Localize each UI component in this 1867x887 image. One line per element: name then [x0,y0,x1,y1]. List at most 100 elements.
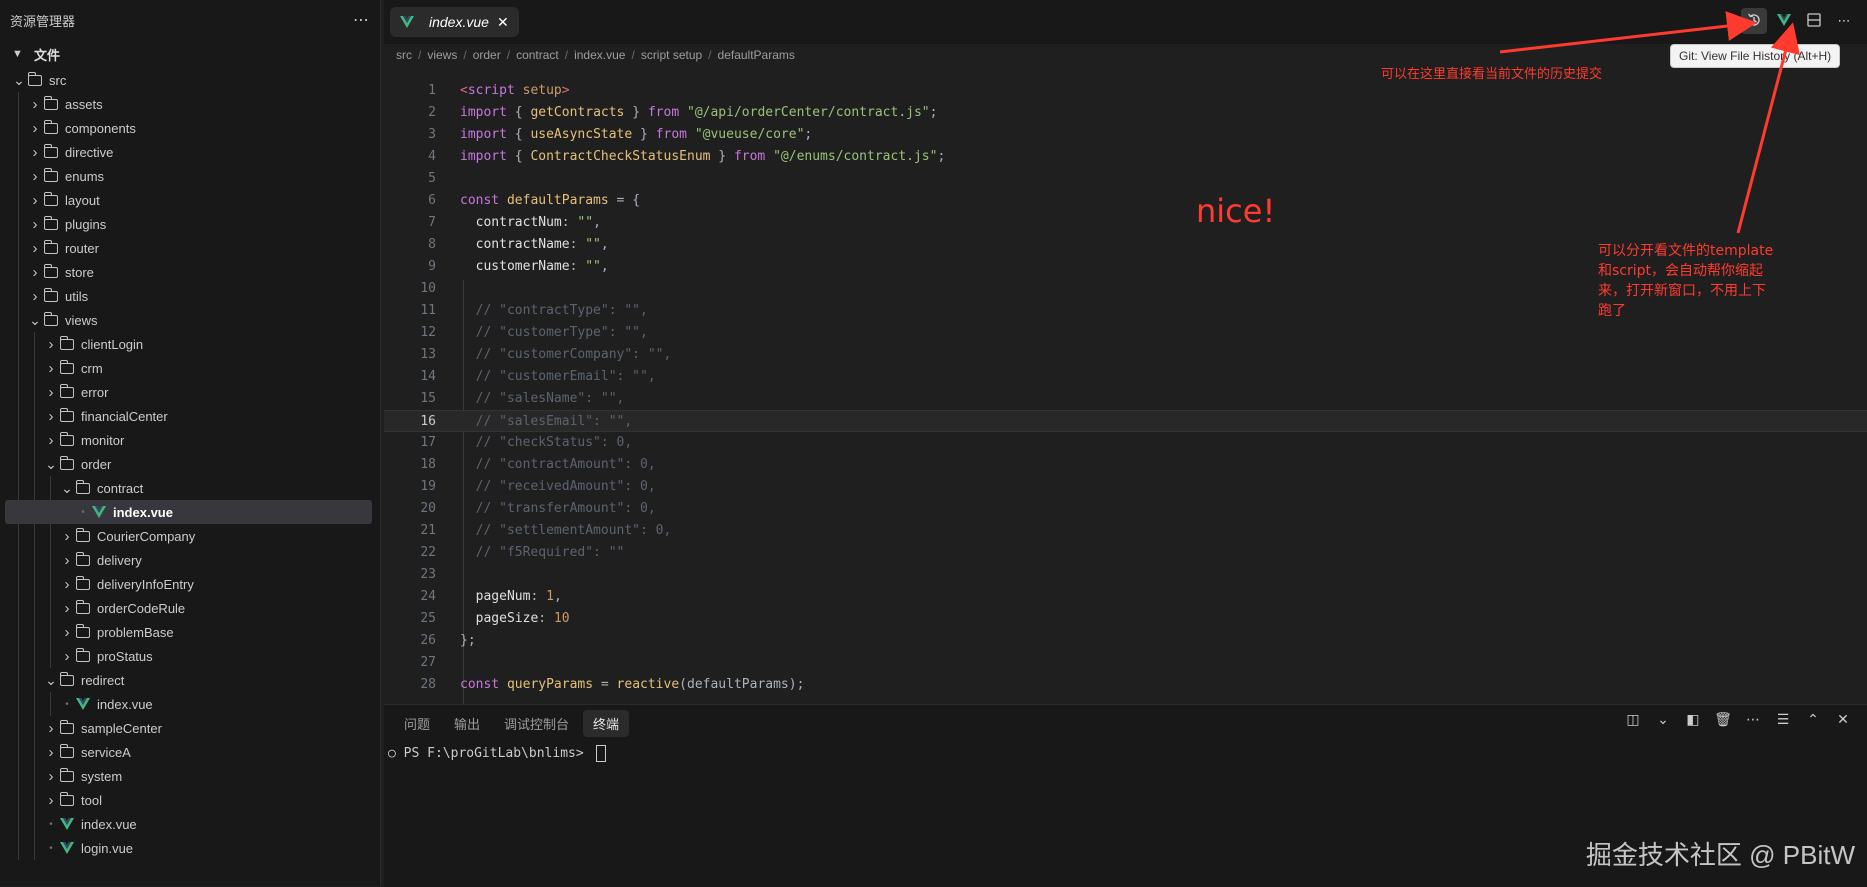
tree-folder[interactable]: › error [0,380,380,404]
more-actions-button[interactable]: ⋯ [1831,8,1857,34]
tree-folder[interactable]: ⌄ redirect [0,668,380,692]
tree-file[interactable]: • login.vue [0,836,380,860]
tree-folder[interactable]: › plugins [0,212,380,236]
code-token: from [647,105,680,120]
split-editor-button[interactable] [1801,8,1827,34]
sliders-icon[interactable]: ☰ [1773,711,1793,728]
split-terminal-icon[interactable]: ◫ [1623,711,1643,728]
tree-folder[interactable]: › clientLogin [0,332,380,356]
tree-item-label: enums [65,168,105,184]
panel-tab[interactable]: 问题 [394,710,440,737]
explorer-section-header[interactable]: ▼ 文件 [0,40,380,68]
indent-guide [34,500,35,524]
tree-folder[interactable]: › layout [0,188,380,212]
tree-file[interactable]: • index.vue [0,812,380,836]
dot-icon: • [65,698,69,710]
chevron-down-icon[interactable]: ⌄ [1653,711,1673,728]
panel-tab[interactable]: 调试控制台 [494,710,579,737]
breadcrumb-item[interactable]: script setup [641,48,702,62]
tree-folder[interactable]: ⌄ views [0,308,380,332]
chevron-up-icon[interactable]: ⌃ [1803,711,1823,728]
folder-icon [43,239,58,254]
code-token: { [506,127,531,142]
code-text: contractName: "", [460,234,609,256]
chevron-right-icon: › [48,791,54,809]
code-line: 26}; [384,630,1867,652]
indent-guide [18,692,19,716]
code-token: // "transferAmount": 0, [460,501,656,516]
close-icon[interactable]: ✕ [497,14,509,31]
line-number: 5 [428,171,436,186]
panel-tab[interactable]: 终端 [583,709,630,737]
chevron-down-icon: ⌄ [29,311,41,328]
code-token: const [460,677,500,692]
indent-guide [18,764,19,788]
tree-folder[interactable]: › serviceA [0,740,380,764]
tree-folder[interactable]: › directive [0,140,380,164]
tab-index-vue[interactable]: index.vue ✕ [390,7,519,37]
tree-folder[interactable]: › enums [0,164,380,188]
indent-guide [50,620,51,644]
indent-guide [18,404,19,428]
git-history-button[interactable] [1741,8,1767,34]
breadcrumb-item[interactable]: views [427,48,457,62]
line-number: 4 [428,149,436,164]
tree-file[interactable]: • index.vue [5,500,372,524]
ellipsis-icon[interactable]: ⋯ [1743,711,1763,728]
tree-folder[interactable]: › sampleCenter [0,716,380,740]
code-token: // "customerEmail": "", [460,369,656,384]
breadcrumb-item[interactable]: index.vue [574,48,625,62]
split-panel-icon[interactable]: ◧ [1683,711,1703,728]
tree-folder[interactable]: › orderCodeRule [0,596,380,620]
terminal[interactable]: ○ PS F:\proGitLab\bnlims> [384,741,1867,766]
tree-folder[interactable]: › router [0,236,380,260]
tree-folder[interactable]: › financialCenter [0,404,380,428]
tree-folder[interactable]: › store [0,260,380,284]
code-view[interactable]: 1 <script setup> 2 import { getContracts } … [384,80,1867,720]
tree-item-label: login.vue [81,840,134,856]
tree-folder[interactable]: › components [0,116,380,140]
code-line: 3 import { useAsyncState } from "@vueuse/… [384,124,1867,146]
indent-guide [18,116,19,140]
breadcrumb-item[interactable]: order [473,48,501,62]
tree-folder[interactable]: ⌄ contract [0,476,380,500]
tree-folder[interactable]: › system [0,764,380,788]
tree-folder[interactable]: › CourierCompany [0,524,380,548]
indent-guide [18,788,19,812]
tree-folder[interactable]: › utils [0,284,380,308]
code-token: : [569,259,586,274]
tree-folder[interactable]: ⌄ order [0,452,380,476]
breadcrumb-item[interactable]: defaultParams [718,48,795,62]
panel-tab[interactable]: 输出 [444,710,490,737]
breadcrumb-item[interactable]: contract [516,48,559,62]
code-token: queryParams [506,677,594,692]
chevron-right-icon: › [64,551,70,569]
line-number: 27 [420,655,436,670]
trash-icon[interactable]: 🗑 [1713,711,1733,728]
tree-folder[interactable]: › deliveryInfoEntry [0,572,380,596]
code-line: 6 const defaultParams = { [384,190,1867,212]
tab-bar: index.vue ✕ ⋯ [384,0,1867,44]
folder-icon [43,287,58,302]
split-editor-icon [1806,12,1822,31]
tree-folder[interactable]: › problemBase [0,620,380,644]
tree-folder[interactable]: ⌄ src [0,68,380,92]
tree-folder[interactable]: › proStatus [0,644,380,668]
tree-folder[interactable]: › monitor [0,428,380,452]
tree-folder[interactable]: › crm [0,356,380,380]
ellipsis-icon[interactable]: ⋯ [353,10,370,30]
code-token: ; [937,149,946,164]
tree-folder[interactable]: › delivery [0,548,380,572]
folder-icon [75,479,90,494]
indent-guide [18,332,19,356]
split-vue-button[interactable] [1771,8,1797,34]
tree-folder[interactable]: › tool [0,788,380,812]
breadcrumb-item[interactable]: src [396,48,412,62]
tree-file[interactable]: • index.vue [0,692,380,716]
tree-folder[interactable]: › assets [0,92,380,116]
close-icon[interactable]: ✕ [1833,711,1853,728]
tree-item-label: error [81,384,109,400]
code-line: 18 // "contractAmount": 0, [384,454,1867,476]
code-token: import [460,149,507,164]
